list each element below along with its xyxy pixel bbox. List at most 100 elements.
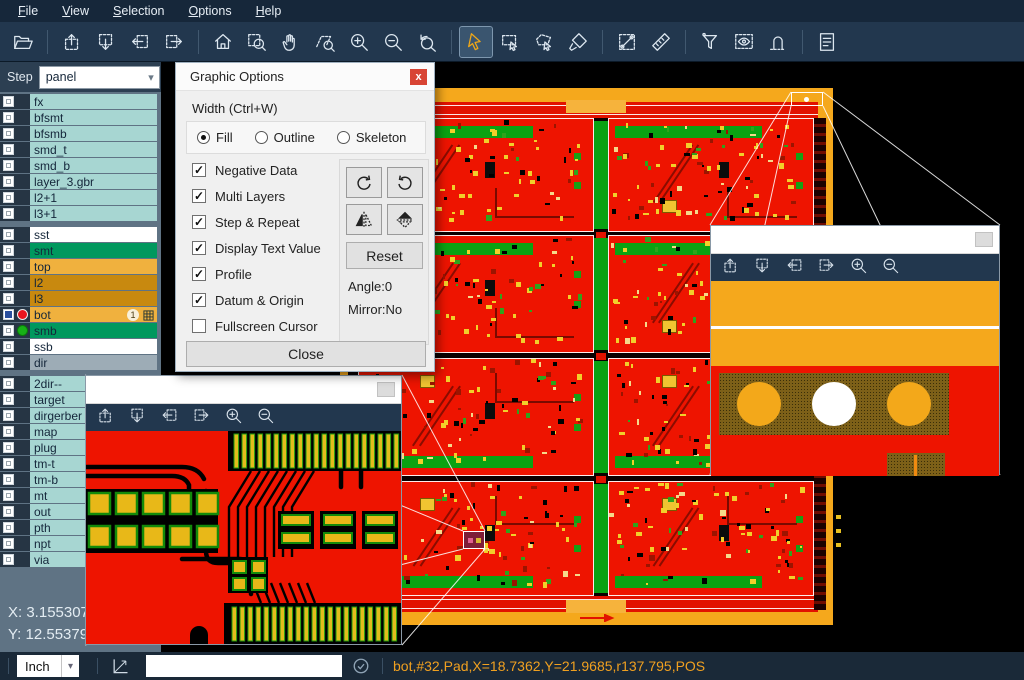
radio-fill[interactable]: Fill — [197, 130, 233, 145]
checkbox-multi-layers[interactable]: ✓Multi Layers — [192, 187, 285, 205]
confirm-icon[interactable] — [352, 657, 370, 675]
layer-checkbox-l2[interactable] — [3, 277, 14, 288]
open-button[interactable] — [7, 27, 39, 57]
checkbox-profile[interactable]: ✓Profile — [192, 265, 252, 283]
layer-row-bot[interactable]: bot1 — [0, 307, 157, 322]
zoom-in-button[interactable] — [224, 406, 243, 430]
angle-mode-icon[interactable] — [110, 656, 130, 676]
step-combobox[interactable]: panel ▾ — [39, 66, 160, 89]
ruler-button[interactable] — [645, 27, 677, 57]
pan-left-button[interactable] — [160, 406, 179, 430]
checkbox-step-repeat[interactable]: ✓Step & Repeat — [192, 213, 300, 231]
select-arrow-button[interactable] — [460, 27, 492, 57]
zoom-out-button[interactable] — [377, 27, 409, 57]
layer-checkbox-target[interactable] — [3, 394, 14, 405]
rotate-cw-button[interactable] — [346, 167, 382, 198]
dialog-title[interactable]: Graphic Options — [176, 63, 434, 91]
report-button[interactable] — [811, 27, 843, 57]
filter-button[interactable] — [694, 27, 726, 57]
zoom-preview-window-left[interactable] — [85, 375, 402, 645]
command-input[interactable] — [146, 655, 342, 677]
rotate-ccw-button[interactable] — [387, 167, 423, 198]
layer-row-dir[interactable]: dir — [0, 355, 157, 370]
layer-row-bfsmt[interactable]: bfsmt — [0, 110, 157, 125]
layer-checkbox-map[interactable] — [3, 426, 14, 437]
pan-right-button[interactable] — [192, 406, 211, 430]
window-button[interactable] — [377, 382, 395, 397]
menu-options[interactable]: Options — [178, 2, 241, 20]
menu-selection[interactable]: Selection — [103, 2, 174, 20]
pan-down-button[interactable] — [753, 256, 772, 280]
layer-checkbox-npt[interactable] — [3, 538, 14, 549]
layer-checkbox-l3+1[interactable] — [3, 208, 14, 219]
menu-file[interactable]: File — [8, 2, 48, 20]
measure-button[interactable] — [611, 27, 643, 57]
layer-checkbox-smt[interactable] — [3, 245, 14, 256]
brush-button[interactable] — [562, 27, 594, 57]
layer-checkbox-layer_3.gbr[interactable] — [3, 176, 14, 187]
view-options-button[interactable] — [728, 27, 760, 57]
pan-up-button[interactable] — [96, 406, 115, 430]
mirror-vertical-button[interactable] — [387, 204, 423, 235]
checkbox-negative-data[interactable]: ✓Negative Data — [192, 161, 297, 179]
window-button[interactable] — [975, 232, 993, 247]
reset-button[interactable]: Reset — [346, 242, 423, 269]
radio-outline[interactable]: Outline — [255, 130, 315, 145]
layer-checkbox-fx[interactable] — [3, 96, 14, 107]
layer-checkbox-smd_b[interactable] — [3, 160, 14, 171]
layer-checkbox-smb[interactable] — [3, 325, 14, 336]
layer-checkbox-dir[interactable] — [3, 357, 14, 368]
zoom-out-button[interactable] — [881, 256, 900, 280]
close-button[interactable]: Close — [186, 341, 426, 367]
checkbox-display-text-value[interactable]: ✓Display Text Value — [192, 239, 321, 257]
layer-row-smt[interactable]: smt — [0, 243, 157, 258]
layer-row-sst[interactable]: sst — [0, 227, 157, 242]
pan-down-button[interactable] — [90, 27, 122, 57]
mirror-horizontal-button[interactable] — [346, 204, 382, 235]
layer-checkbox-bfsmb[interactable] — [3, 128, 14, 139]
pan-hand-button[interactable] — [275, 27, 307, 57]
zoom-in-button[interactable] — [343, 27, 375, 57]
pan-right-button[interactable] — [158, 27, 190, 57]
pan-down-button[interactable] — [128, 406, 147, 430]
select-poly-button[interactable] — [528, 27, 560, 57]
pan-left-button[interactable] — [785, 256, 804, 280]
snap-button[interactable] — [762, 27, 794, 57]
zoom-out-button[interactable] — [256, 406, 275, 430]
pan-up-button[interactable] — [56, 27, 88, 57]
preview-window-titlebar[interactable] — [86, 376, 401, 404]
select-rect-button[interactable] — [494, 27, 526, 57]
zoom-in-button[interactable] — [849, 256, 868, 280]
layer-checkbox-bot[interactable] — [3, 309, 14, 320]
layer-checkbox-top[interactable] — [3, 261, 14, 272]
layer-checkbox-via[interactable] — [3, 554, 14, 565]
layer-checkbox-2dir--[interactable] — [3, 378, 14, 389]
zoom-preview-window-right[interactable] — [710, 225, 1000, 475]
layer-row-layer_3.gbr[interactable]: layer_3.gbr — [0, 174, 157, 189]
layer-row-l3+1[interactable]: l3+1 — [0, 206, 157, 221]
close-icon[interactable]: x — [410, 69, 427, 85]
pan-right-button[interactable] — [817, 256, 836, 280]
layer-checkbox-plug[interactable] — [3, 442, 14, 453]
layer-row-top[interactable]: top — [0, 259, 157, 274]
layer-checkbox-l3[interactable] — [3, 293, 14, 304]
layer-checkbox-bfsmt[interactable] — [3, 112, 14, 123]
layer-row-l2[interactable]: l2 — [0, 275, 157, 290]
checkbox-datum-origin[interactable]: ✓Datum & Origin — [192, 291, 304, 309]
layer-row-smb[interactable]: smb — [0, 323, 157, 338]
menu-help[interactable]: Help — [246, 2, 292, 20]
layer-checkbox-smd_t[interactable] — [3, 144, 14, 155]
layer-row-fx[interactable]: fx — [0, 94, 157, 109]
zoom-area-button[interactable] — [309, 27, 341, 57]
layer-row-ssb[interactable]: ssb — [0, 339, 157, 354]
layer-checkbox-tm-t[interactable] — [3, 458, 14, 469]
grid-icon[interactable] — [143, 310, 154, 321]
layer-checkbox-mt[interactable] — [3, 490, 14, 501]
home-button[interactable] — [207, 27, 239, 57]
zoom-window-button[interactable] — [241, 27, 273, 57]
layer-checkbox-ssb[interactable] — [3, 341, 14, 352]
layer-checkbox-l2+1[interactable] — [3, 192, 14, 203]
layer-checkbox-pth[interactable] — [3, 522, 14, 533]
layer-row-bfsmb[interactable]: bfsmb — [0, 126, 157, 141]
preview-window-titlebar[interactable] — [711, 226, 999, 254]
